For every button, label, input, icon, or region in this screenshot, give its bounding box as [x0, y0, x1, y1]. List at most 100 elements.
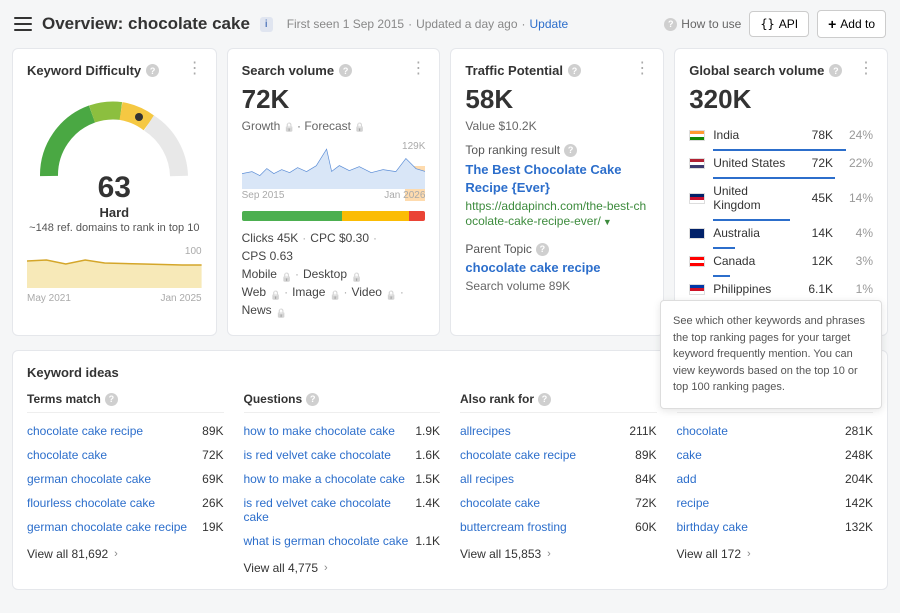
update-link[interactable]: Update — [530, 17, 569, 31]
help-icon[interactable]: ? — [538, 393, 551, 406]
lock-icon — [270, 287, 280, 297]
keyword-volume: 211K — [629, 424, 656, 438]
country-val: 72K — [795, 156, 833, 170]
country-name: Philippines — [713, 282, 787, 296]
country-name: Canada — [713, 254, 787, 268]
sv-distribution-bar — [242, 211, 426, 221]
keyword-row: flourless chocolate cake 26K — [27, 491, 224, 515]
keyword-row: how to make chocolate cake1.9K — [244, 419, 441, 443]
keyword-volume: 84K — [635, 472, 656, 486]
top-result-url[interactable]: https://addapinch.com/the-best-chocolate… — [465, 199, 646, 228]
keyword-link[interactable]: chocolate — [677, 424, 728, 438]
meta-info: First seen 1 Sep 2015·Updated a day ago·… — [287, 17, 569, 31]
country-val: 14K — [795, 226, 833, 240]
keyword-link[interactable]: how to make a chocolate cake — [244, 472, 405, 486]
card-more-icon[interactable]: ⋮ — [858, 63, 875, 75]
view-all-link[interactable]: View all 172 › — [677, 547, 874, 561]
keyword-link[interactable]: flourless chocolate cake — [27, 496, 155, 510]
keyword-link[interactable]: chocolate cake recipe — [460, 448, 576, 462]
lock-icon — [354, 119, 364, 129]
view-all-link[interactable]: View all 81,692 › — [27, 547, 224, 561]
view-all-link[interactable]: View all 4,775 › — [244, 561, 441, 575]
keyword-link[interactable]: chocolate cake — [460, 496, 540, 510]
help-icon[interactable]: ? — [536, 243, 549, 256]
keyword-row: cake248K — [677, 443, 874, 467]
parent-topic-link[interactable]: chocolate cake recipe — [465, 260, 649, 275]
keyword-link[interactable]: recipe — [677, 496, 710, 510]
kd-trend-chart — [27, 246, 202, 288]
keyword-link[interactable]: buttercream frosting — [460, 520, 567, 534]
country-row[interactable]: Canada 12K 3% — [689, 249, 873, 273]
kd-label: Hard — [54, 205, 174, 220]
country-val: 78K — [795, 128, 833, 142]
keyword-difficulty-card: Keyword Difficulty? ⋮ 63 Hard ~148 ref. … — [12, 48, 217, 336]
keyword-volume: 204K — [845, 472, 873, 486]
keyword-row: all recipes 84K — [460, 467, 657, 491]
api-button[interactable]: {}API — [749, 11, 809, 37]
keyword-link[interactable]: allrecipes — [460, 424, 511, 438]
country-row[interactable]: Philippines 6.1K 1% — [689, 277, 873, 301]
help-icon[interactable]: ? — [105, 393, 118, 406]
keyword-link[interactable]: birthday cake — [677, 520, 748, 534]
chevron-right-icon: › — [547, 548, 551, 560]
country-row[interactable]: India 78K 24% — [689, 123, 873, 147]
menu-icon[interactable] — [14, 17, 32, 31]
help-icon[interactable]: ? — [146, 64, 159, 77]
keyword-row: chocolate cake recipe89K — [460, 443, 657, 467]
caret-down-icon[interactable]: ▼ — [603, 217, 612, 227]
view-all-link[interactable]: View all 15,853 › — [460, 547, 657, 561]
how-to-use-link[interactable]: ?How to use — [664, 17, 741, 31]
top-result-title[interactable]: The Best Chocolate Cake Recipe {Ever} — [465, 161, 649, 196]
also-talk-about-tooltip: See which other keywords and phrases the… — [660, 300, 882, 409]
help-icon[interactable]: ? — [564, 144, 577, 157]
kd-title: Keyword Difficulty? — [27, 63, 202, 78]
gv-value: 320K — [689, 84, 873, 115]
keyword-link[interactable]: what is german chocolate cake — [244, 534, 409, 548]
traffic-potential-card: Traffic Potential? ⋮ 58K Value $10.2K To… — [450, 48, 664, 336]
chevron-right-icon: › — [324, 562, 328, 574]
keyword-row: german chocolate cake69K — [27, 467, 224, 491]
keyword-link[interactable]: all recipes — [460, 472, 514, 486]
keyword-volume: 60K — [635, 520, 656, 534]
country-row[interactable]: United States 72K 22% — [689, 151, 873, 175]
country-pct: 1% — [841, 282, 873, 296]
flag-icon — [689, 193, 705, 204]
keyword-link[interactable]: is red velvet cake chocolate — [244, 448, 391, 462]
keyword-volume: 26K — [202, 496, 223, 510]
country-row[interactable]: Australia 14K 4% — [689, 221, 873, 245]
chevron-right-icon: › — [747, 548, 751, 560]
flag-icon — [689, 284, 705, 295]
lock-icon — [351, 269, 361, 279]
country-row[interactable]: United Kingdom 45K 14% — [689, 179, 873, 217]
flag-icon — [689, 130, 705, 141]
keyword-link[interactable]: german chocolate cake — [27, 472, 151, 486]
country-pct: 4% — [841, 226, 873, 240]
lock-icon — [386, 287, 396, 297]
card-more-icon[interactable]: ⋮ — [410, 63, 427, 75]
country-pct: 14% — [841, 191, 873, 205]
keyword-row: allrecipes 211K — [460, 419, 657, 443]
keyword-volume: 1.5K — [415, 472, 440, 486]
help-icon[interactable]: ? — [339, 64, 352, 77]
help-icon[interactable]: ? — [306, 393, 319, 406]
add-to-button[interactable]: +Add to — [817, 10, 886, 38]
keyword-link[interactable]: chocolate cake recipe — [27, 424, 143, 438]
flag-icon — [689, 256, 705, 267]
help-icon[interactable]: ? — [829, 64, 842, 77]
keyword-link[interactable]: add — [677, 472, 697, 486]
card-more-icon[interactable]: ⋮ — [187, 63, 204, 75]
keyword-link[interactable]: chocolate cake — [27, 448, 107, 462]
sv-title: Search volume? — [242, 63, 426, 78]
sv-value: 72K — [242, 84, 426, 115]
tp-value: 58K — [465, 84, 649, 115]
card-more-icon[interactable]: ⋮ — [634, 63, 651, 75]
help-icon[interactable]: ? — [568, 64, 581, 77]
keyword-volume: 19K — [202, 520, 223, 534]
keyword-row: german chocolate cake recipe 19K — [27, 515, 224, 539]
keyword-link[interactable]: how to make chocolate cake — [244, 424, 395, 438]
info-badge[interactable]: i — [260, 17, 273, 32]
keyword-link[interactable]: cake — [677, 448, 702, 462]
keyword-link[interactable]: german chocolate cake recipe — [27, 520, 187, 534]
keyword-link[interactable]: is red velvet cake chocolate cake — [244, 496, 416, 524]
column-header: Questions ? — [244, 392, 441, 413]
